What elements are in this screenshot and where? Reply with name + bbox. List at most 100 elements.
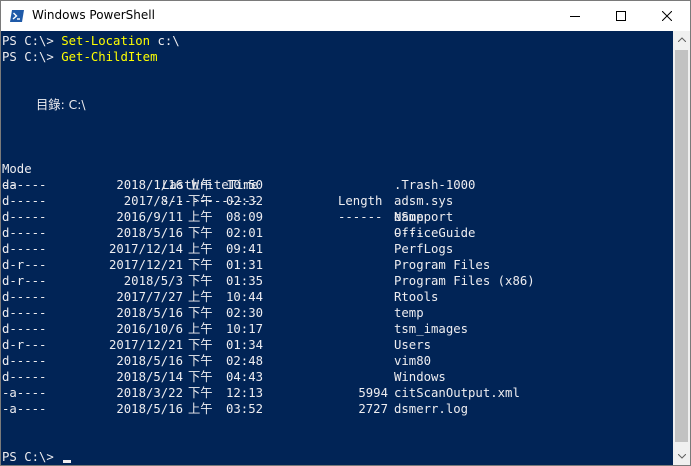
row-time: 09:41 (226, 242, 264, 256)
close-icon (662, 11, 672, 21)
row-time: 01:35 (226, 274, 264, 288)
row-mode: d-r--- (2, 338, 47, 352)
console-area[interactable]: PS C:\> Set-Location c:\ PS C:\> Get-Chi… (1, 31, 673, 465)
row-length: 5994 (358, 386, 388, 400)
table-header: Mode LastWriteTime Length Name (2, 145, 662, 224)
command-argument: c:\ (150, 34, 180, 48)
title-bar[interactable]: Windows PowerShell (1, 1, 690, 31)
row-time: 12:13 (226, 386, 264, 400)
row-time: 08:09 (226, 210, 264, 224)
row-ampm: 下午 (188, 354, 213, 368)
row-time: 02:01 (226, 226, 264, 240)
row-date: 2018/5/16 (116, 306, 183, 320)
minimize-icon (570, 16, 580, 17)
text-cursor (63, 460, 72, 463)
table-row: d----- 2018/5/16 下午 02:01 OfficeGuide (2, 225, 662, 241)
row-name: vim80 (394, 354, 432, 368)
row-length (332, 225, 388, 241)
row-date: 2016/10/6 (116, 322, 183, 336)
final-prompt-line[interactable]: PS C:\> (2, 449, 72, 465)
row-date: 2018/5/16 (116, 354, 183, 368)
row-name: tsm_images (394, 322, 469, 336)
row-mode: d----- (2, 290, 47, 304)
powershell-window: Windows PowerShell PS C:\> Set-Location … (0, 0, 691, 466)
row-mode: d----- (2, 194, 47, 208)
row-date: 2017/12/14 (108, 242, 183, 256)
row-length (332, 241, 388, 257)
row-ampm: 下午 (188, 258, 213, 272)
row-ampm: 上午 (188, 178, 213, 192)
table-row: d----- 2017/7/27 上午 10:44 Rtools (2, 289, 662, 305)
row-date: 2017/8/1 (123, 194, 183, 208)
scrollbar-thumb[interactable] (675, 50, 688, 442)
prompt: PS C:\> (2, 50, 62, 64)
vertical-scrollbar[interactable] (673, 31, 690, 465)
row-mode: d----- (2, 210, 47, 224)
row-date: 2018/5/3 (123, 274, 183, 288)
maximize-button[interactable] (598, 1, 644, 31)
row-time: 03:52 (226, 402, 264, 416)
table-row: d-r--- 2017/12/21 下午 01:34 Users (2, 337, 662, 353)
row-mode: da---- (2, 178, 47, 192)
row-date: 2018/1/16 (116, 178, 183, 192)
scroll-up-button[interactable] (673, 31, 690, 48)
command-name: Set-Location (61, 34, 151, 48)
row-date: 2017/12/21 (108, 338, 183, 352)
row-name: Rtools (394, 290, 439, 304)
row-length (332, 193, 388, 209)
row-name: OfficeGuide (394, 226, 476, 240)
row-time: 04:43 (226, 370, 264, 384)
row-ampm: 上午 (188, 290, 213, 304)
row-length (332, 321, 388, 337)
row-time: 01:31 (226, 258, 264, 272)
row-time: 02:30 (226, 306, 264, 320)
command-line-1: PS C:\> Set-Location c:\ (2, 33, 180, 49)
command-line-2: PS C:\> Get-ChildItem (2, 49, 157, 65)
row-mode: d----- (2, 370, 47, 384)
row-date: 2018/5/16 (116, 402, 183, 416)
table-row: d----- 2016/9/11 上午 08:09 eSupport (2, 209, 662, 225)
chevron-up-icon (677, 37, 686, 42)
row-ampm: 下午 (188, 338, 213, 352)
row-time: 02:48 (226, 354, 264, 368)
row-length (332, 305, 388, 321)
maximize-icon (616, 11, 626, 21)
row-date: 2016/9/11 (116, 210, 183, 224)
minimize-button[interactable] (552, 1, 598, 31)
table-row: d-r--- 2018/5/3 下午 01:35 Program Files (x86) (2, 273, 662, 289)
row-ampm: 上午 (188, 210, 213, 224)
row-ampm: 下午 (188, 306, 213, 320)
scroll-down-button[interactable] (673, 448, 690, 465)
row-length (332, 273, 388, 289)
row-time: 02:32 (226, 194, 264, 208)
table-row: -a---- 2018/3/22 下午 12:13 5994 citScanOutput.… (2, 385, 662, 401)
row-mode: d-r--- (2, 274, 47, 288)
row-name: Users (394, 338, 432, 352)
row-mode: d----- (2, 242, 47, 256)
row-date: 2017/12/21 (108, 258, 183, 272)
row-length (332, 289, 388, 305)
prompt: PS C:\> (2, 34, 62, 48)
table-row: d----- 2018/5/16 下午 02:48 vim80 (2, 353, 662, 369)
table-row: d----- 2018/5/16 下午 02:30 temp (2, 305, 662, 321)
table-row: d----- 2018/5/14 下午 04:43 Windows (2, 369, 662, 385)
command-name: Get-ChildItem (61, 50, 158, 64)
row-time: 10:17 (226, 322, 264, 336)
row-ampm: 上午 (188, 242, 213, 256)
row-mode: d----- (2, 226, 47, 240)
close-button[interactable] (644, 1, 690, 31)
table-row: d----- 2016/10/6 上午 10:17 tsm_images (2, 321, 662, 337)
row-ampm: 下午 (188, 274, 213, 288)
row-time: 10:50 (226, 178, 264, 192)
row-length (332, 177, 388, 193)
row-mode: -a---- (2, 402, 47, 416)
table-header-underline: ---- ------------- ------ ---- (2, 161, 662, 240)
table-row: da---- 2018/1/16 上午 10:50 .Trash-1000 (2, 177, 662, 193)
row-name: Program Files (x86) (394, 274, 535, 288)
row-mode: d-r--- (2, 258, 47, 272)
row-mode: -a---- (2, 386, 47, 400)
row-name: temp (394, 306, 424, 320)
row-name: eSupport (394, 210, 454, 224)
table-row: d----- 2017/8/1 下午 02:32 adsm.sys (2, 193, 662, 209)
table-row: d----- 2017/12/14 上午 09:41 PerfLogs (2, 241, 662, 257)
